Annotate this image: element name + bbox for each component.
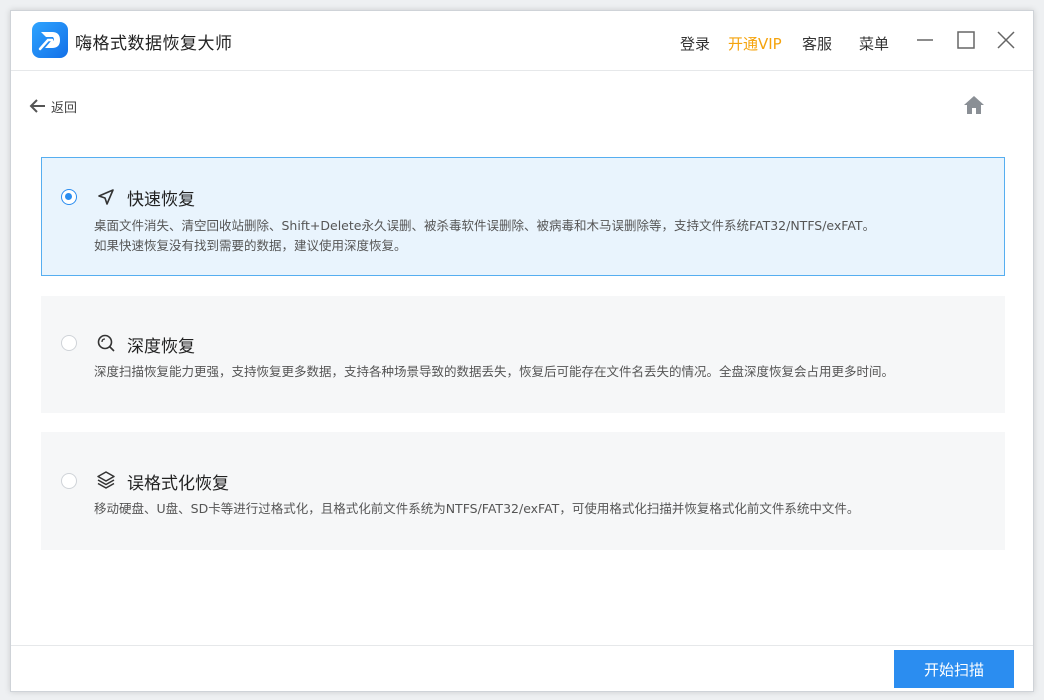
app-window: 嗨格式数据恢复大师 登录 开通VIP 客服 菜单 返回 快速恢复 桌面文件消失、… xyxy=(10,10,1034,692)
description-line: 如果快速恢复没有找到需要的数据，建议使用深度恢复。 xyxy=(94,238,407,253)
maximize-icon[interactable] xyxy=(955,29,977,51)
quick-recovery-description: 桌面文件消失、清空回收站删除、Shift+Delete永久误删、被杀毒软件误删除… xyxy=(94,216,984,256)
arrow-left-icon xyxy=(29,99,45,113)
deep-recovery-option[interactable]: 深度恢复 深度扫描恢复能力更强，支持恢复更多数据，支持各种场景导致的数据丢失，恢… xyxy=(41,296,1005,413)
minimize-icon[interactable] xyxy=(914,29,936,51)
format-recovery-description: 移动硬盘、U盘、SD卡等进行过格式化，且格式化前文件系统为NTFS/FAT32/… xyxy=(94,499,984,519)
title-bar: 嗨格式数据恢复大师 登录 开通VIP 客服 菜单 xyxy=(11,11,1033,71)
deep-recovery-description: 深度扫描恢复能力更强，支持恢复更多数据，支持各种场景导致的数据丢失，恢复后可能存… xyxy=(94,362,984,382)
layers-icon xyxy=(96,470,116,490)
vip-link[interactable]: 开通VIP xyxy=(728,33,782,54)
back-button[interactable]: 返回 xyxy=(29,95,77,117)
description-line: 桌面文件消失、清空回收站删除、Shift+Delete永久误删、被杀毒软件误删除… xyxy=(94,218,876,233)
format-recovery-option[interactable]: 误格式化恢复 移动硬盘、U盘、SD卡等进行过格式化，且格式化前文件系统为NTFS… xyxy=(41,432,1005,550)
deep-recovery-title: 深度恢复 xyxy=(127,337,195,357)
close-icon[interactable] xyxy=(995,29,1017,51)
start-scan-button[interactable]: 开始扫描 xyxy=(894,650,1014,688)
quick-recovery-option[interactable]: 快速恢复 桌面文件消失、清空回收站删除、Shift+Delete永久误删、被杀毒… xyxy=(41,157,1005,276)
app-title: 嗨格式数据恢复大师 xyxy=(75,34,233,54)
format-recovery-title: 误格式化恢复 xyxy=(127,474,229,494)
login-link[interactable]: 登录 xyxy=(680,33,710,54)
format-recovery-radio[interactable] xyxy=(61,473,77,489)
back-label: 返回 xyxy=(51,100,78,116)
footer-bar: 开始扫描 xyxy=(11,645,1033,691)
home-icon[interactable] xyxy=(962,93,986,117)
deep-search-icon xyxy=(96,333,116,353)
customer-service-link[interactable]: 客服 xyxy=(802,33,832,54)
quick-recovery-radio[interactable] xyxy=(61,189,77,205)
quick-recovery-title: 快速恢复 xyxy=(127,190,195,210)
navigation-arrow-icon xyxy=(96,187,116,207)
description-line: 移动硬盘、U盘、SD卡等进行过格式化，且格式化前文件系统为NTFS/FAT32/… xyxy=(94,501,860,516)
description-line: 深度扫描恢复能力更强，支持恢复更多数据，支持各种场景导致的数据丢失，恢复后可能存… xyxy=(94,364,895,379)
app-logo-icon xyxy=(32,22,68,58)
deep-recovery-radio[interactable] xyxy=(61,335,77,351)
menu-link[interactable]: 菜单 xyxy=(859,33,889,54)
